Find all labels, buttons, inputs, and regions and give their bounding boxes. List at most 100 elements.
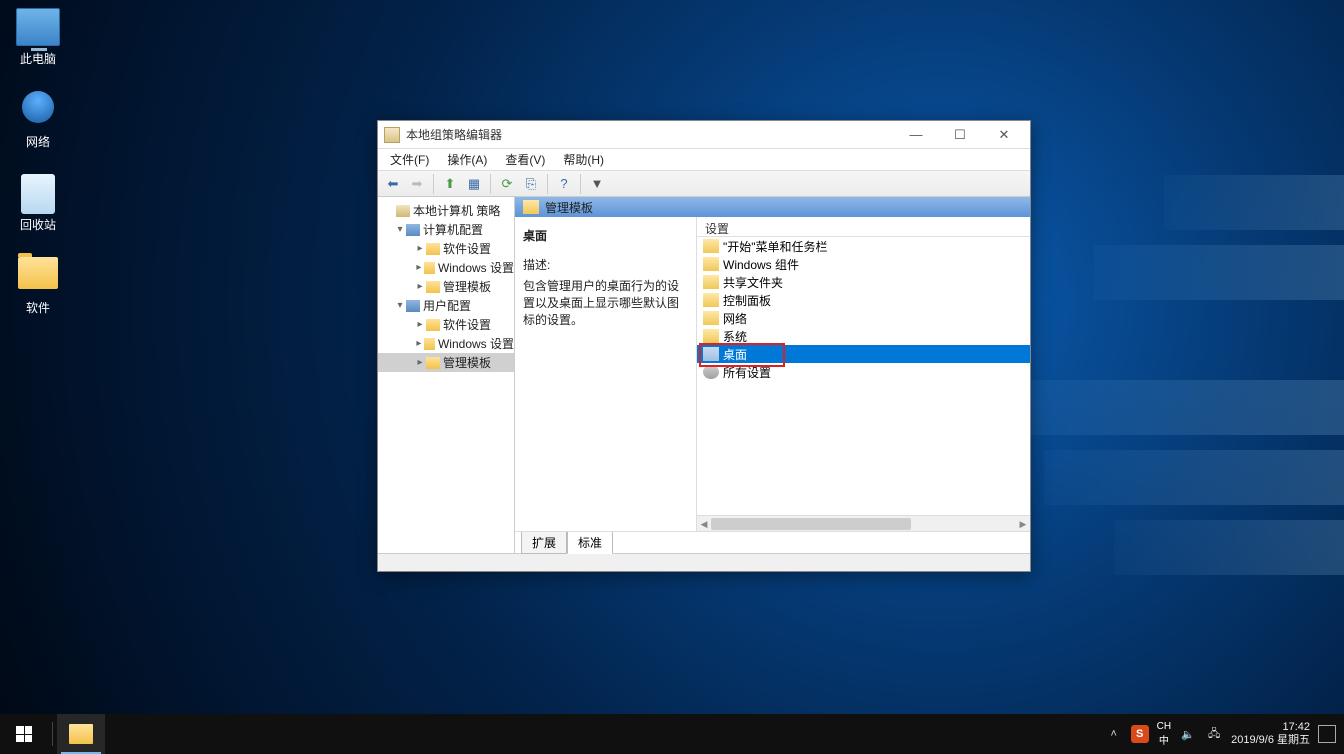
gear-icon — [703, 365, 719, 379]
clock[interactable]: 17:42 2019/9/6 星期五 — [1231, 721, 1310, 747]
list-item-label: 所有设置 — [723, 364, 771, 381]
taskbar-item-explorer[interactable] — [57, 714, 105, 754]
recycle-bin-icon — [21, 174, 55, 214]
menu-action[interactable]: 操作(A) — [441, 149, 493, 170]
minimize-button[interactable]: — — [894, 122, 938, 148]
list-item[interactable]: 所有设置 — [697, 363, 1030, 381]
list-item[interactable]: 控制面板 — [697, 291, 1030, 309]
volume-icon[interactable]: 🔈 — [1179, 725, 1197, 743]
network-tray-icon[interactable]: 🖧 — [1205, 725, 1223, 743]
list-item[interactable]: "开始"菜单和任务栏 — [697, 237, 1030, 255]
scroll-thumb[interactable] — [711, 518, 911, 530]
desktop-icon-label: 网络 — [0, 133, 76, 150]
scroll-right-arrow[interactable]: ▶ — [1016, 516, 1030, 532]
filter-button[interactable]: ▼ — [586, 173, 608, 195]
list-item-label: 网络 — [723, 310, 747, 327]
ime-sogou-icon[interactable]: S — [1131, 725, 1149, 743]
desktop-icon-label: 回收站 — [0, 216, 76, 233]
tab-extended[interactable]: 扩展 — [521, 532, 567, 554]
help-button[interactable]: ? — [553, 173, 575, 195]
menu-file[interactable]: 文件(F) — [384, 149, 435, 170]
tree-computer-config[interactable]: ▾计算机配置 — [378, 220, 514, 239]
list-item-label: 桌面 — [723, 346, 747, 363]
properties-button[interactable]: ▦ — [463, 173, 485, 195]
folder-icon — [69, 724, 93, 744]
folder-icon — [703, 239, 719, 253]
tray-chevron-icon[interactable]: ˄ — [1105, 725, 1123, 743]
detail-pane: 桌面 描述: 包含管理用户的桌面行为的设置以及桌面上显示哪些默认图标的设置。 — [515, 217, 697, 531]
maximize-button[interactable]: ☐ — [938, 122, 982, 148]
column-header[interactable]: 设置 — [697, 217, 1030, 237]
list-item-label: "开始"菜单和任务栏 — [723, 238, 828, 255]
detail-title: 桌面 — [523, 227, 688, 244]
tree-item[interactable]: ▸软件设置 — [378, 315, 514, 334]
list-item-label: 系统 — [723, 328, 747, 345]
titlebar[interactable]: 本地组策略编辑器 — ☐ ✕ — [378, 121, 1030, 149]
settings-list: "开始"菜单和任务栏Windows 组件共享文件夹控制面板网络系统桌面所有设置 — [697, 237, 1030, 515]
content-header-label: 管理模板 — [545, 199, 593, 216]
content-panel: 管理模板 桌面 描述: 包含管理用户的桌面行为的设置以及桌面上显示哪些默认图标的… — [515, 197, 1030, 553]
list-pane: 设置 "开始"菜单和任务栏Windows 组件共享文件夹控制面板网络系统桌面所有… — [697, 217, 1030, 531]
notification-center-icon[interactable] — [1318, 725, 1336, 743]
tree-item[interactable]: ▸Windows 设置 — [378, 258, 514, 277]
list-item[interactable]: 网络 — [697, 309, 1030, 327]
folder-icon — [703, 329, 719, 343]
list-item[interactable]: Windows 组件 — [697, 255, 1030, 273]
up-button[interactable]: ⬆ — [439, 173, 461, 195]
tree-panel: 本地计算机 策略 ▾计算机配置 ▸软件设置 ▸Windows 设置 ▸管理模板 … — [378, 197, 515, 553]
tree-root[interactable]: 本地计算机 策略 — [378, 201, 514, 220]
folder-icon — [703, 311, 719, 325]
taskbar: ˄ S CH 中 🔈 🖧 17:42 2019/9/6 星期五 — [0, 714, 1344, 754]
desktop-icon-recycle-bin[interactable]: 回收站 — [0, 174, 76, 233]
desktop-icon-label: 软件 — [0, 299, 76, 316]
folder-icon — [18, 257, 58, 289]
tree-item[interactable]: ▸Windows 设置 — [378, 334, 514, 353]
list-item-label: 控制面板 — [723, 292, 771, 309]
tree-item-admin-templates[interactable]: ▸管理模板 — [378, 353, 514, 372]
refresh-button[interactable]: ⟳ — [496, 173, 518, 195]
menu-help[interactable]: 帮助(H) — [557, 149, 610, 170]
export-button[interactable]: ⎘ — [520, 173, 542, 195]
desktop-icon-software-folder[interactable]: 软件 — [0, 257, 76, 316]
pc-icon — [16, 8, 60, 46]
gpedit-window: 本地组策略编辑器 — ☐ ✕ 文件(F) 操作(A) 查看(V) 帮助(H) ⬅… — [377, 120, 1031, 572]
horizontal-scrollbar[interactable]: ◀ ▶ — [697, 515, 1030, 531]
system-tray: ˄ S CH 中 🔈 🖧 17:42 2019/9/6 星期五 — [1105, 714, 1344, 754]
close-button[interactable]: ✕ — [982, 122, 1026, 148]
folder-icon — [703, 347, 719, 361]
content-header: 管理模板 — [515, 197, 1030, 217]
scroll-left-arrow[interactable]: ◀ — [697, 516, 711, 532]
list-item[interactable]: 桌面 — [697, 345, 1030, 363]
window-title: 本地组策略编辑器 — [406, 126, 502, 143]
folder-icon — [703, 275, 719, 289]
app-icon — [384, 127, 400, 143]
tree-item[interactable]: ▸管理模板 — [378, 277, 514, 296]
detail-desc-text: 包含管理用户的桌面行为的设置以及桌面上显示哪些默认图标的设置。 — [523, 277, 688, 328]
list-item-label: 共享文件夹 — [723, 274, 783, 291]
ime-indicator[interactable]: CH 中 — [1157, 721, 1171, 747]
list-item[interactable]: 共享文件夹 — [697, 273, 1030, 291]
desktop-icon-network[interactable]: 网络 — [0, 91, 76, 150]
tree-user-config[interactable]: ▾用户配置 — [378, 296, 514, 315]
forward-button: ➡ — [406, 173, 428, 195]
list-item[interactable]: 系统 — [697, 327, 1030, 345]
desktop-icon-label: 此电脑 — [0, 50, 76, 67]
folder-icon — [703, 257, 719, 271]
desktop-icons: 此电脑 网络 回收站 软件 — [0, 0, 80, 340]
desktop-icon-this-pc[interactable]: 此电脑 — [0, 8, 76, 67]
tree-item[interactable]: ▸软件设置 — [378, 239, 514, 258]
back-button[interactable]: ⬅ — [382, 173, 404, 195]
folder-icon — [523, 200, 539, 214]
windows-logo-icon — [16, 726, 32, 742]
tab-standard[interactable]: 标准 — [567, 532, 613, 554]
menubar: 文件(F) 操作(A) 查看(V) 帮助(H) — [378, 149, 1030, 171]
folder-icon — [703, 293, 719, 307]
start-button[interactable] — [0, 714, 48, 754]
bottom-tabs: 扩展 标准 — [515, 531, 1030, 553]
statusbar — [378, 553, 1030, 571]
network-icon — [22, 91, 54, 123]
menu-view[interactable]: 查看(V) — [499, 149, 551, 170]
list-item-label: Windows 组件 — [723, 256, 799, 273]
toolbar: ⬅ ➡ ⬆ ▦ ⟳ ⎘ ? ▼ — [378, 171, 1030, 197]
detail-desc-label: 描述: — [523, 256, 688, 273]
